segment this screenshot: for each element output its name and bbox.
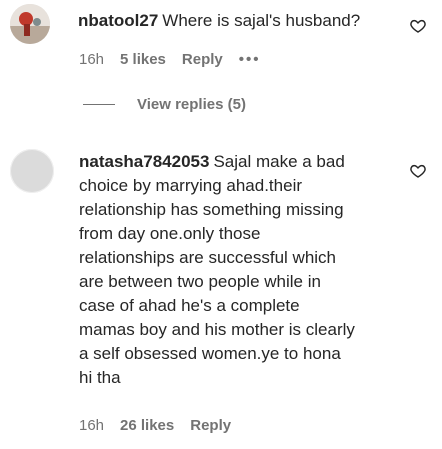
- comment-text-line: from day one.only those: [79, 224, 261, 243]
- commenter-avatar[interactable]: [10, 149, 54, 193]
- comment-body: natasha7842053 Sajal make a bad choice by…: [79, 150, 409, 390]
- comment-username[interactable]: natasha7842053: [79, 152, 209, 171]
- comment-likes[interactable]: 26 likes: [120, 417, 174, 434]
- comment-body: nbatool27 Where is sajal's husband?: [78, 9, 398, 33]
- comment-time: 16h: [79, 417, 105, 434]
- reply-button[interactable]: Reply: [190, 417, 231, 434]
- comment-text: Where is sajal's husband?: [162, 11, 361, 30]
- comment-text-line: relationships are successful which: [79, 248, 337, 267]
- comment-text-line: relationship has something missing: [79, 200, 344, 219]
- comment-text-line: hi tha: [79, 368, 121, 387]
- comment-time: 16h: [79, 51, 105, 68]
- user-avatar-image: [10, 4, 50, 44]
- reply-button[interactable]: Reply: [182, 51, 223, 68]
- view-replies-label: View replies (5): [137, 96, 246, 113]
- comment-text-line: a self obsessed women.ye to hona: [79, 344, 341, 363]
- comment-username[interactable]: nbatool27: [78, 11, 158, 30]
- commenter-avatar[interactable]: [10, 4, 50, 44]
- comment-text-line: mamas boy and his mother is clearly: [79, 320, 355, 339]
- comment-text-line: are between two people while in: [79, 272, 321, 291]
- default-avatar-icon: [10, 149, 54, 193]
- comment-likes[interactable]: 5 likes: [120, 51, 166, 68]
- comment-meta: 16h 26 likes Reply: [79, 417, 247, 434]
- view-replies-button[interactable]: View replies (5): [83, 96, 246, 113]
- comment-text-line: choice by marrying ahad.their: [79, 176, 303, 195]
- comment-text-line: case of ahad he's a complete: [79, 296, 300, 315]
- more-options-icon[interactable]: •••: [239, 51, 261, 68]
- heart-outline-icon[interactable]: [410, 18, 426, 34]
- comment-text-line: Sajal make a bad: [213, 152, 345, 171]
- comment-meta: 16h 5 likes Reply •••: [79, 51, 277, 68]
- heart-outline-icon[interactable]: [410, 163, 426, 179]
- replies-divider: [83, 104, 115, 105]
